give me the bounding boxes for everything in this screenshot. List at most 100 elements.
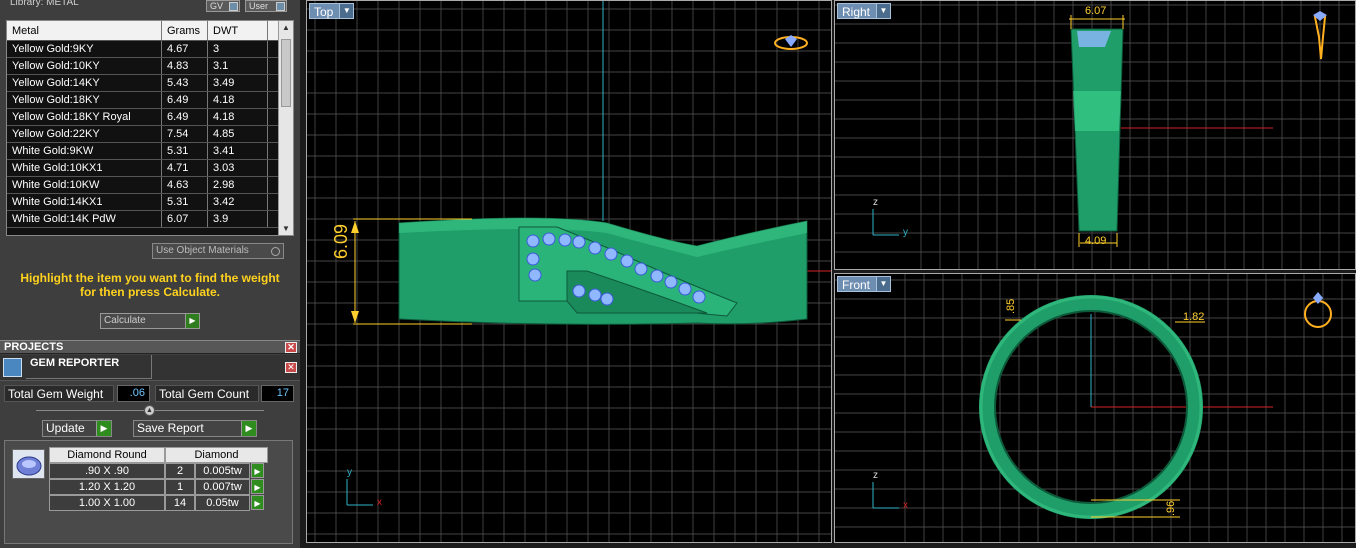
- grams-cell: 4.71: [162, 160, 208, 176]
- table-row[interactable]: White Gold:9KW 5.31 3.41: [7, 143, 279, 160]
- front-view-label: Front: [842, 278, 871, 292]
- scroll-thumb[interactable]: [281, 39, 291, 107]
- chevron-down-icon: ▼: [876, 4, 891, 18]
- top-view-dropdown[interactable]: Top ▼: [309, 3, 355, 19]
- gem-stone: [526, 252, 540, 266]
- gem-reporter-icon: [3, 358, 22, 377]
- gem-stone: [692, 290, 706, 304]
- play-icon: ▶: [241, 421, 256, 436]
- gem-stone: [650, 269, 664, 283]
- gem-reporter-title: GEM REPORTER: [30, 357, 120, 369]
- use-object-materials-label: Use Object Materials: [156, 245, 249, 256]
- table-row[interactable]: White Gold:14K PdW 6.07 3.9: [7, 211, 279, 228]
- use-object-materials-toggle[interactable]: Use Object Materials: [152, 243, 284, 259]
- gem-count-cell: 1: [165, 479, 195, 495]
- gem-stone: [678, 282, 692, 296]
- gem-reporter-header: GEM REPORTER ✕: [0, 355, 300, 381]
- table-row[interactable]: White Gold:10KX1 4.71 3.03: [7, 160, 279, 177]
- gem-count-cell: 2: [165, 463, 195, 479]
- grams-cell: 6.49: [162, 92, 208, 108]
- metal-name-cell: Yellow Gold:18KY Royal: [7, 109, 162, 125]
- dwt-cell: 3.03: [208, 160, 268, 176]
- left-panel: Library: METAL GV User Metal Grams DWT Y…: [0, 0, 300, 548]
- update-button[interactable]: Update ▶: [42, 420, 112, 437]
- gem-stone: [572, 284, 586, 298]
- scroll-up-icon[interactable]: ▲: [282, 23, 290, 32]
- metal-name-cell: White Gold:14K PdW: [7, 211, 162, 227]
- table-row[interactable]: Yellow Gold:18KY 6.49 4.18: [7, 92, 279, 109]
- gem-row-play-button[interactable]: ▶: [251, 463, 264, 478]
- dwt-cell: 3.1: [208, 58, 268, 74]
- right-axis-y-label: y: [903, 227, 908, 238]
- user-toggle-icon: [276, 2, 285, 11]
- front-viewport[interactable]: Front ▼ .85 1.82 .96 z x: [834, 273, 1356, 543]
- metal-name-cell: Yellow Gold:9KY: [7, 41, 162, 57]
- dwt-cell: 3.49: [208, 75, 268, 91]
- gem-stone: [588, 288, 602, 302]
- diamond-round-icon: [12, 449, 45, 479]
- table-row[interactable]: Yellow Gold:22KY 7.54 4.85: [7, 126, 279, 143]
- grams-cell: 5.43: [162, 75, 208, 91]
- projects-title: PROJECTS: [4, 341, 64, 353]
- dwt-cell: 4.18: [208, 92, 268, 108]
- dwt-cell: 3: [208, 41, 268, 57]
- right-view-dropdown[interactable]: Right ▼: [837, 3, 892, 19]
- gem-stone: [588, 241, 602, 255]
- gv-button[interactable]: GV: [206, 0, 240, 12]
- right-viewport[interactable]: Right ▼ 6.07 4.09 z y: [834, 0, 1356, 270]
- grams-cell: 5.31: [162, 194, 208, 210]
- metal-scrollbar[interactable]: ▲ ▼: [278, 21, 293, 235]
- gem-stone: [542, 232, 556, 246]
- play-icon: ▶: [96, 421, 111, 436]
- gem-stone: [604, 247, 618, 261]
- gem-row-play-button[interactable]: ▶: [251, 479, 264, 494]
- table-row[interactable]: White Gold:14KX1 5.31 3.42: [7, 194, 279, 211]
- right-axis-z-label: z: [873, 197, 878, 208]
- front-axis-z-label: z: [873, 470, 878, 481]
- table-row[interactable]: Yellow Gold:18KY Royal 6.49 4.18: [7, 109, 279, 126]
- library-header: Library: METAL GV User: [0, 0, 300, 14]
- play-icon: ▶: [185, 314, 199, 328]
- table-row[interactable]: Yellow Gold:9KY 4.67 3: [7, 41, 279, 58]
- gem-stone: [528, 268, 542, 282]
- splitter-handle[interactable]: ▲: [144, 405, 155, 416]
- user-label: User: [249, 1, 269, 11]
- ring-side-highlight: [1073, 91, 1121, 131]
- grams-cell: 7.54: [162, 126, 208, 142]
- user-button[interactable]: User: [245, 0, 287, 12]
- grams-cell: 4.83: [162, 58, 208, 74]
- close-projects-icon[interactable]: ✕: [285, 342, 297, 353]
- metal-table[interactable]: Metal Grams DWT Yellow Gold:9KY 4.67 3 Yell…: [6, 20, 294, 236]
- table-row[interactable]: White Gold:10KW 4.63 2.98: [7, 177, 279, 194]
- header-dwt[interactable]: DWT: [208, 21, 268, 40]
- header-metal[interactable]: Metal: [7, 21, 162, 40]
- header-grams[interactable]: Grams: [162, 21, 208, 40]
- right-dim-top-text: 6.07: [1085, 5, 1107, 17]
- scroll-down-icon[interactable]: ▼: [282, 224, 290, 233]
- grams-cell: 6.07: [162, 211, 208, 227]
- gem-row-play-button[interactable]: ▶: [251, 495, 264, 510]
- gem-header-type: Diamond: [165, 447, 268, 463]
- close-gem-reporter-icon[interactable]: ✕: [285, 362, 297, 373]
- dwt-cell: 3.42: [208, 194, 268, 210]
- ring-front-orientation-icon: [1304, 300, 1332, 328]
- gem-stone: [634, 262, 648, 276]
- save-report-button[interactable]: Save Report ▶: [133, 420, 257, 437]
- calculate-button[interactable]: Calculate ▶: [100, 313, 200, 329]
- gem-count-cell: 14: [165, 495, 195, 511]
- dwt-cell: 2.98: [208, 177, 268, 193]
- right-dim-bottom-text: 4.09: [1085, 235, 1107, 247]
- gem-header-shape: Diamond Round: [49, 447, 165, 463]
- library-title: Library: METAL: [10, 0, 79, 8]
- radio-icon: [271, 247, 280, 256]
- front-view-dropdown[interactable]: Front ▼: [837, 276, 892, 292]
- metal-name-cell: White Gold:9KW: [7, 143, 162, 159]
- update-label: Update: [46, 421, 85, 435]
- metal-name-cell: Yellow Gold:10KY: [7, 58, 162, 74]
- save-report-label: Save Report: [137, 421, 204, 435]
- table-row[interactable]: Yellow Gold:14KY 5.43 3.49: [7, 75, 279, 92]
- front-view-canvas: [835, 274, 1355, 542]
- table-row[interactable]: Yellow Gold:10KY 4.83 3.1: [7, 58, 279, 75]
- grams-cell: 5.31: [162, 143, 208, 159]
- top-viewport[interactable]: Top ▼ 6.09 y x: [306, 0, 832, 543]
